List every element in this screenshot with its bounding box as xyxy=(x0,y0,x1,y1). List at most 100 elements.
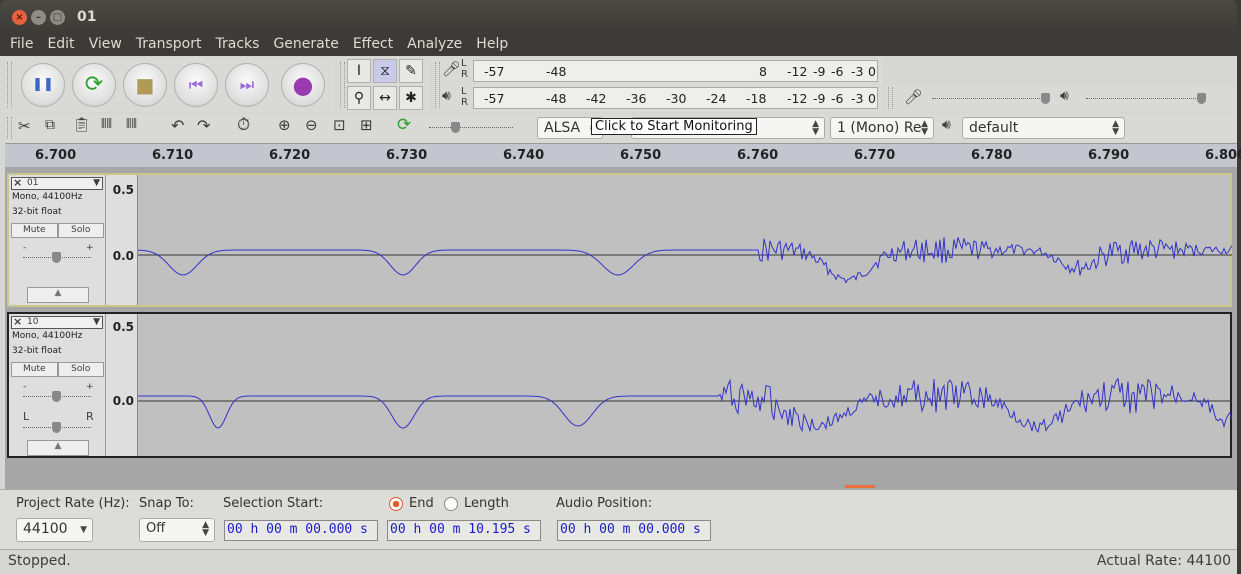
snap-to-select[interactable]: Off ▲ ▼ xyxy=(139,518,215,542)
record-meter[interactable]: -57 -48 8 -12 -9 -6 -3 0 xyxy=(473,60,878,82)
toolbar-grip[interactable] xyxy=(340,62,345,108)
playback-device-select[interactable]: default ▲ ▼ xyxy=(962,117,1125,139)
redo-icon[interactable]: ↷ xyxy=(197,116,210,135)
waveform-svg xyxy=(138,377,1233,434)
meter-tick-label: -36 xyxy=(626,91,647,106)
close-track-icon[interactable]: × xyxy=(13,316,22,327)
toolbar-grip[interactable] xyxy=(888,87,893,109)
undo-icon[interactable]: ↶ xyxy=(171,116,184,135)
record-meter-lr: L R xyxy=(461,58,468,80)
menu-edit[interactable]: Edit xyxy=(40,34,81,56)
zoom-tool-icon[interactable]: ⚲ xyxy=(347,86,371,110)
loop-play-button[interactable]: ⟳ xyxy=(72,63,116,107)
collapse-track-button[interactable]: ▲ xyxy=(27,440,89,456)
length-radio[interactable] xyxy=(444,497,458,511)
audio-track[interactable]: × 01 ▼ Mono, 44100Hz 32-bit float Mute S… xyxy=(7,173,1233,307)
track-name-menu[interactable]: × 01 ▼ xyxy=(11,177,103,190)
meter-tick-label: -6 xyxy=(831,64,844,79)
stop-button[interactable]: ■ xyxy=(123,63,167,107)
play-speed-slider[interactable] xyxy=(429,127,513,128)
menu-view[interactable]: View xyxy=(82,34,129,56)
playback-volume-thumb[interactable] xyxy=(1197,93,1206,104)
pause-button[interactable]: ❚❚ xyxy=(21,63,65,107)
project-rate-select[interactable]: 44100 ▼ xyxy=(16,518,93,542)
paste-icon[interactable]: 📋︎ xyxy=(73,117,91,133)
selection-start-time[interactable]: 00 h 00 m 00.000 s xyxy=(224,520,378,541)
skip-to-start-button[interactable]: ⏮ xyxy=(174,63,218,107)
snap-to-label: Snap To: xyxy=(139,496,194,511)
selection-end-time[interactable]: 00 h 00 m 10.195 s xyxy=(387,520,541,541)
ruler-tick-label: 6.710 xyxy=(152,148,194,163)
zoom-in-icon[interactable]: ⊕ xyxy=(278,116,291,134)
menu-analyze[interactable]: Analyze xyxy=(400,34,469,56)
solo-button[interactable]: Solo xyxy=(57,223,104,238)
skip-start-icon: ⏮ xyxy=(188,75,204,94)
maximize-window-button[interactable]: □ xyxy=(50,10,65,25)
sync-lock-icon[interactable]: ⏱ xyxy=(237,115,250,135)
meter-tick-label: 0 xyxy=(868,91,876,106)
fit-selection-icon[interactable]: ⊡ xyxy=(333,116,346,134)
playback-volume-speaker-icon: 🔊︎ xyxy=(1060,88,1069,104)
multi-tool-icon[interactable]: ✱ xyxy=(399,86,423,110)
menu-transport[interactable]: Transport xyxy=(129,34,209,56)
meter-tick-label: -42 xyxy=(586,91,607,106)
solo-button[interactable]: Solo xyxy=(57,362,104,377)
amplitude-zero-label: 0.0 xyxy=(112,394,134,408)
fit-project-icon[interactable]: ⊞ xyxy=(360,116,373,134)
skip-to-end-button[interactable]: ⏭ xyxy=(225,63,269,107)
envelope-tool-icon[interactable]: ⧖ xyxy=(373,59,397,83)
collapse-track-button[interactable]: ▲ xyxy=(27,287,89,303)
amplitude-ruler: 0.5 0.0 xyxy=(106,314,138,456)
menu-help[interactable]: Help xyxy=(469,34,515,56)
project-rate-label: Project Rate (Hz): xyxy=(16,496,130,511)
playback-meter[interactable]: -57 -48 -42 -36 -30 -24 -18 -12 -9 -6 -3 0 xyxy=(473,87,878,109)
gain-thumb[interactable] xyxy=(52,391,61,402)
timeline-ruler[interactable]: 6.700 6.710 6.720 6.730 6.740 6.750 6.760 6.770… xyxy=(5,143,1241,167)
close-track-icon[interactable]: × xyxy=(13,177,22,188)
menu-effect[interactable]: Effect xyxy=(346,34,400,56)
menu-generate[interactable]: Generate xyxy=(266,34,345,56)
toolbar-grip[interactable] xyxy=(435,62,440,108)
menu-tracks[interactable]: Tracks xyxy=(209,34,267,56)
record-meter-mic-icon[interactable]: 🎤︎ xyxy=(442,60,461,78)
menu-file[interactable]: File xyxy=(3,34,40,56)
scroll-indicator[interactable] xyxy=(845,485,875,488)
record-volume-slider[interactable] xyxy=(932,98,1050,99)
track-name-menu[interactable]: × 10 ▼ xyxy=(11,316,103,329)
audio-track[interactable]: × 10 ▼ Mono, 44100Hz 32-bit float Mute S… xyxy=(7,312,1233,458)
end-radio[interactable] xyxy=(389,497,403,511)
draw-tool-icon[interactable]: ✎ xyxy=(399,59,423,83)
ruler-tick-label: 6.780 xyxy=(971,148,1013,163)
minimize-window-button[interactable]: – xyxy=(31,10,46,25)
toolbar-grip[interactable] xyxy=(7,117,12,139)
amplitude-top-label: 0.5 xyxy=(112,320,134,334)
mute-button[interactable]: Mute xyxy=(11,362,58,377)
selection-tool-icon[interactable]: I xyxy=(347,59,371,83)
waveform[interactable] xyxy=(138,175,1233,305)
record-button[interactable]: ● xyxy=(281,63,325,107)
gain-thumb[interactable] xyxy=(52,252,61,263)
time-shift-tool-icon[interactable]: ↔ xyxy=(373,86,397,110)
pan-thumb[interactable] xyxy=(52,422,61,433)
play-speed-thumb[interactable] xyxy=(451,122,460,133)
silence-audio-icon[interactable]: ⫴⫴ xyxy=(126,117,137,132)
audio-position-time[interactable]: 00 h 00 m 00.000 s xyxy=(557,520,711,541)
monitoring-tooltip: Click to Start Monitoring xyxy=(591,118,757,135)
playback-meter-speaker-icon[interactable]: 🔊︎ xyxy=(442,88,451,104)
mute-button[interactable]: Mute xyxy=(11,223,58,238)
zoom-out-icon[interactable]: ⊖ xyxy=(305,116,318,134)
recording-channels-select[interactable]: 1 (Mono) Re ▲ ▼ xyxy=(830,117,934,139)
close-window-button[interactable]: × xyxy=(12,10,27,25)
playback-volume-slider[interactable] xyxy=(1086,98,1204,99)
copy-icon[interactable]: ⧉ xyxy=(45,117,55,133)
cut-icon[interactable]: ✂ xyxy=(18,117,31,135)
play-at-speed-icon[interactable]: ⟳ xyxy=(397,115,411,135)
record-volume-thumb[interactable] xyxy=(1041,93,1050,104)
toolbar-grip[interactable] xyxy=(7,62,12,108)
recording-channels-value: 1 (Mono) Re xyxy=(837,120,922,136)
pan-right-label: R xyxy=(86,410,94,423)
trim-audio-icon[interactable]: ⫴⫴ xyxy=(101,117,112,132)
meter-tick-label: -57 xyxy=(484,64,505,79)
waveform[interactable] xyxy=(138,314,1233,456)
selection-start-label: Selection Start: xyxy=(223,496,324,511)
